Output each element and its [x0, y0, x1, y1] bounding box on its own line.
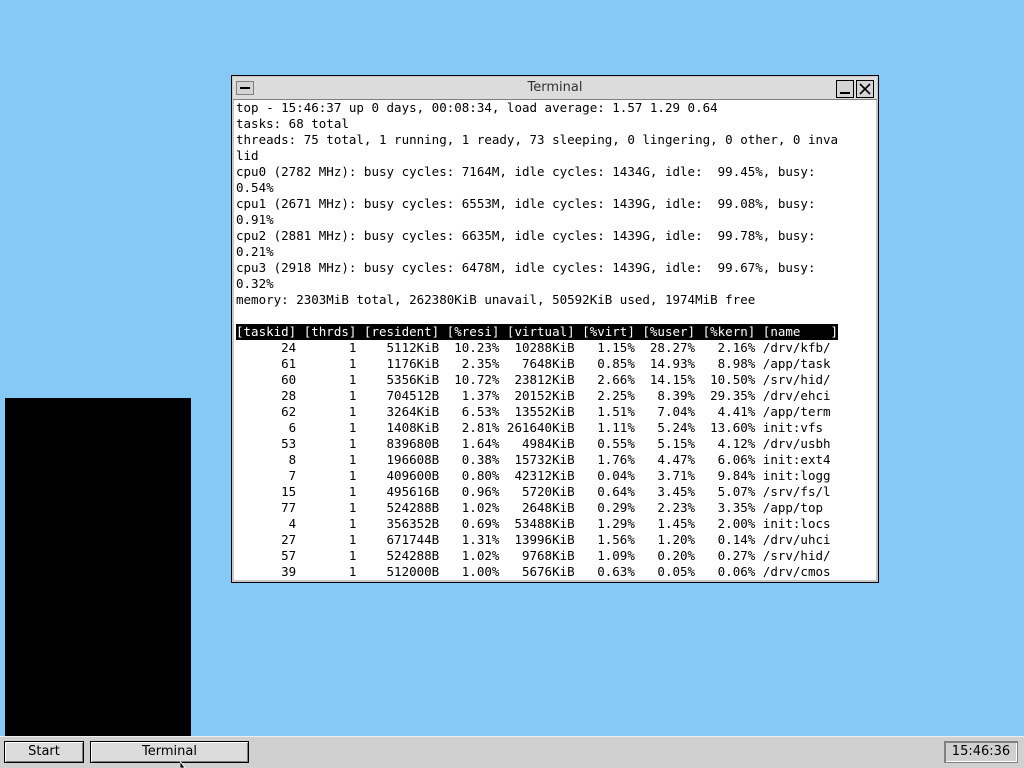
- black-panel: [5, 398, 191, 737]
- table-row: 24 1 5112KiB 10.23% 10288KiB 1.15% 28.27…: [236, 340, 831, 355]
- table-row: 62 1 3264KiB 6.53% 13552KiB 1.51% 7.04% …: [236, 404, 831, 419]
- summary-line: memory: 2303MiB total, 262380KiB unavail…: [236, 292, 756, 307]
- table-header: [taskid] [thrds] [resident] [%resi] [vir…: [236, 324, 839, 340]
- table-row: 4 1 356352B 0.69% 53488KiB 1.29% 1.45% 2…: [236, 516, 831, 531]
- table-row: 77 1 524288B 1.02% 2648KiB 0.29% 2.23% 3…: [236, 500, 823, 515]
- title-bar[interactable]: Terminal: [233, 77, 877, 100]
- summary-line: tasks: 68 total: [236, 116, 349, 131]
- summary-line: 0.91%: [236, 212, 274, 227]
- table-row: 27 1 671744B 1.31% 13996KiB 1.56% 1.20% …: [236, 532, 831, 547]
- window-title: Terminal: [527, 80, 583, 95]
- summary-line: lid: [236, 148, 259, 163]
- table-row: 60 1 5356KiB 10.72% 23812KiB 2.66% 14.15…: [236, 372, 831, 387]
- terminal-output[interactable]: top - 15:46:37 up 0 days, 00:08:34, load…: [234, 100, 876, 580]
- taskbar: Start Terminal 15:46:36: [0, 736, 1024, 768]
- table-row: 8 1 196608B 0.38% 15732KiB 1.76% 4.47% 6…: [236, 452, 831, 467]
- table-row: 39 1 512000B 1.00% 5676KiB 0.63% 0.05% 0…: [236, 564, 831, 579]
- clock: 15:46:36: [944, 741, 1018, 763]
- table-row: 57 1 524288B 1.02% 9768KiB 1.09% 0.20% 0…: [236, 548, 831, 563]
- start-button[interactable]: Start: [4, 741, 84, 763]
- close-button[interactable]: [856, 80, 874, 98]
- summary-line: 0.54%: [236, 180, 274, 195]
- summary-line: cpu1 (2671 MHz): busy cycles: 6553M, idl…: [236, 196, 816, 211]
- summary-line: cpu2 (2881 MHz): busy cycles: 6635M, idl…: [236, 228, 816, 243]
- table-row: 28 1 704512B 1.37% 20152KiB 2.25% 8.39% …: [236, 388, 831, 403]
- mouse-pointer-icon: [180, 761, 186, 768]
- minimize-button[interactable]: [836, 80, 854, 98]
- minimize-icon: [840, 92, 850, 94]
- table-row: 15 1 495616B 0.96% 5720KiB 0.64% 3.45% 5…: [236, 484, 831, 499]
- table-row: 7 1 409600B 0.80% 42312KiB 0.04% 3.71% 9…: [236, 468, 831, 483]
- table-row: 53 1 839680B 1.64% 4984KiB 0.55% 5.15% 4…: [236, 436, 831, 451]
- summary-line: 0.32%: [236, 276, 274, 291]
- table-row: 6 1 1408KiB 2.81% 261640KiB 1.11% 5.24% …: [236, 420, 823, 435]
- desktop[interactable]: Terminal top - 15:46:37 up 0 days, 00:08…: [0, 0, 1024, 768]
- table-row: 61 1 1176KiB 2.35% 7648KiB 0.85% 14.93% …: [236, 356, 831, 371]
- summary-line: 0.21%: [236, 244, 274, 259]
- summary-line: top - 15:46:37 up 0 days, 00:08:34, load…: [236, 100, 718, 115]
- close-icon: [859, 83, 871, 95]
- summary-line: threads: 75 total, 1 running, 1 ready, 7…: [236, 132, 839, 147]
- summary-line: cpu3 (2918 MHz): busy cycles: 6478M, idl…: [236, 260, 816, 275]
- taskbar-item-terminal[interactable]: Terminal: [90, 741, 249, 763]
- summary-line: cpu0 (2782 MHz): busy cycles: 7164M, idl…: [236, 164, 816, 179]
- terminal-window[interactable]: Terminal top - 15:46:37 up 0 days, 00:08…: [231, 75, 879, 583]
